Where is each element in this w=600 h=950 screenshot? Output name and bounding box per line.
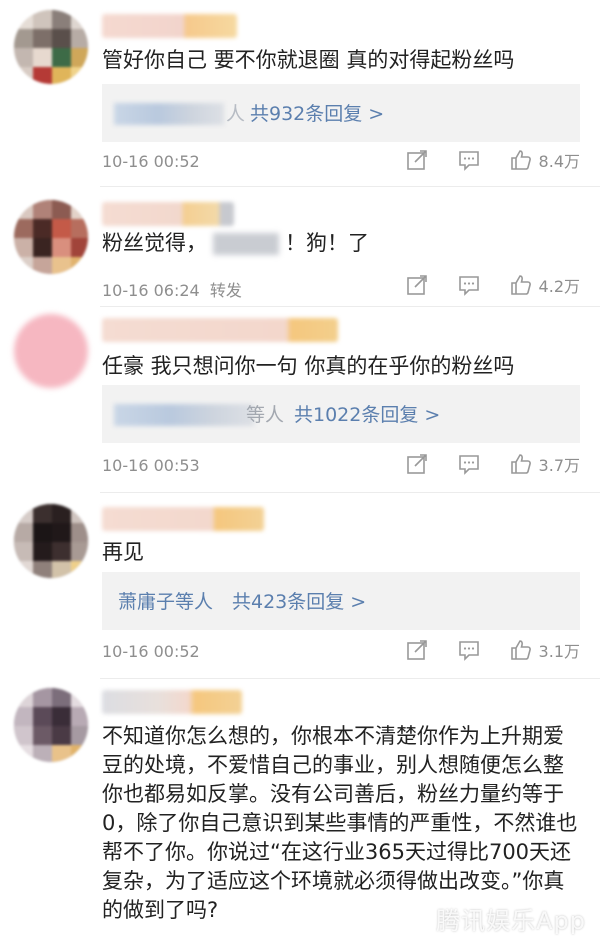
divider bbox=[100, 492, 600, 493]
comment-text: 粉丝觉得， ！狗！了 bbox=[102, 231, 369, 255]
share-icon[interactable] bbox=[405, 273, 429, 297]
reply-count-link[interactable]: 共423条回复 > bbox=[232, 587, 366, 614]
reply-preview[interactable]: 萧庸子等人 共423条回复 > bbox=[102, 572, 580, 630]
comment-text: 管好你自己 要不你就退圈 真的对得起粉丝吗 bbox=[102, 48, 515, 72]
like-count: 3.7万 bbox=[538, 456, 580, 475]
comment-text: 再见 bbox=[102, 540, 144, 564]
comment-actions: 3.7万 bbox=[377, 452, 580, 476]
username[interactable] bbox=[102, 202, 234, 226]
reply-preview[interactable]: 人 共932条回复 > bbox=[102, 84, 580, 142]
like-button[interactable]: 3.7万 bbox=[509, 452, 580, 476]
reply-names[interactable]: 萧庸子等人 bbox=[118, 587, 213, 614]
avatar[interactable] bbox=[14, 314, 88, 388]
forward-label[interactable]: 转发 bbox=[210, 281, 242, 300]
like-icon bbox=[510, 150, 531, 170]
like-button[interactable]: 3.1万 bbox=[509, 638, 580, 662]
username[interactable] bbox=[102, 507, 264, 531]
reply-count-link[interactable]: 共932条回复 > bbox=[250, 99, 384, 126]
reply-count-link[interactable]: 共1022条回复 > bbox=[294, 400, 440, 427]
timestamp: 10-16 00:52 bbox=[102, 642, 200, 661]
comment-text: 不知道你怎么想的，你根本不清楚你作为上升期爱豆的处境，不爱惜自己的事业，别人想随… bbox=[102, 724, 578, 922]
avatar[interactable] bbox=[14, 200, 88, 274]
like-icon bbox=[510, 640, 531, 660]
like-count: 3.1万 bbox=[538, 642, 580, 661]
like-count: 8.4万 bbox=[538, 152, 580, 171]
comment-actions: 4.2万 bbox=[377, 273, 580, 297]
comment-text: 任豪 我只想问你一句 你真的在乎你的粉丝吗 bbox=[102, 354, 515, 378]
like-button[interactable]: 4.2万 bbox=[509, 273, 580, 297]
username[interactable] bbox=[102, 690, 242, 714]
share-icon[interactable] bbox=[405, 148, 429, 172]
reply-preview[interactable]: 等人 共1022条回复 > bbox=[102, 385, 580, 443]
avatar[interactable] bbox=[14, 688, 88, 762]
share-icon[interactable] bbox=[405, 638, 429, 662]
reply-names-blurred bbox=[114, 404, 254, 426]
comment-icon[interactable] bbox=[457, 638, 481, 662]
comment-icon[interactable] bbox=[457, 273, 481, 297]
timestamp: 10-16 06:24 转发 bbox=[102, 281, 242, 300]
username[interactable] bbox=[102, 318, 338, 342]
comment-icon[interactable] bbox=[457, 452, 481, 476]
reply-names-blurred bbox=[114, 103, 224, 125]
divider bbox=[100, 186, 600, 187]
divider bbox=[100, 678, 600, 679]
share-icon[interactable] bbox=[405, 452, 429, 476]
like-count: 4.2万 bbox=[538, 277, 580, 296]
reply-suffix: 等人 bbox=[246, 404, 285, 426]
like-icon bbox=[510, 275, 531, 295]
watermark: 腾讯娱乐App bbox=[436, 907, 586, 935]
reply-suffix: 人 bbox=[226, 103, 246, 125]
comment-icon[interactable] bbox=[457, 148, 481, 172]
username[interactable] bbox=[102, 14, 237, 38]
timestamp: 10-16 00:52 bbox=[102, 152, 200, 171]
avatar[interactable] bbox=[14, 504, 88, 578]
like-button[interactable]: 8.4万 bbox=[509, 148, 580, 172]
comment-actions: 3.1万 bbox=[377, 638, 580, 662]
avatar[interactable] bbox=[14, 10, 88, 84]
timestamp: 10-16 00:53 bbox=[102, 456, 200, 475]
divider bbox=[100, 306, 600, 307]
blurred-word bbox=[213, 233, 279, 255]
comment-actions: 8.4万 bbox=[377, 148, 580, 172]
like-icon bbox=[510, 454, 531, 474]
